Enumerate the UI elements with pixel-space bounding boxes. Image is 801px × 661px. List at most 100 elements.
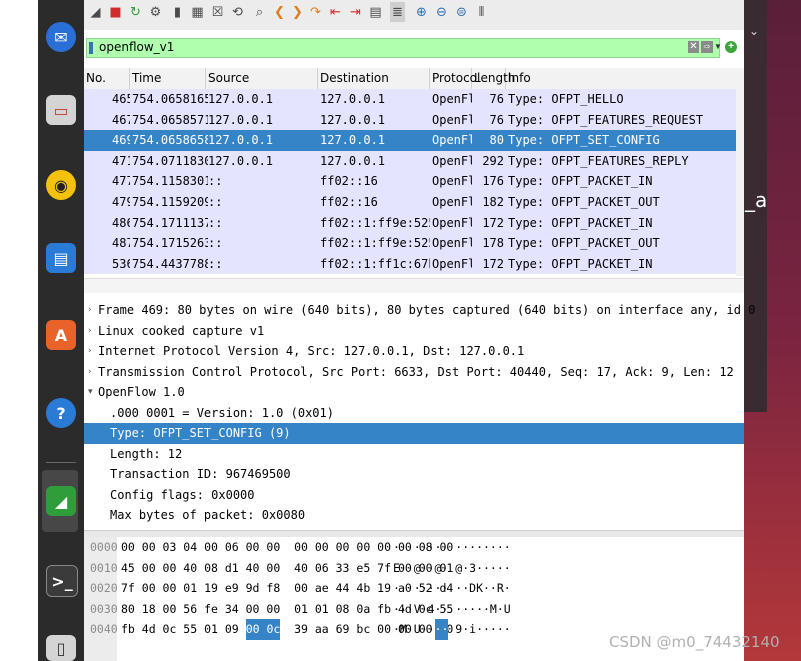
cell-time: 754.065857182 [132,112,208,127]
detail-row[interactable]: › Linux cooked capture v1 [84,321,744,342]
cell-info: Type: OFPT_PACKET_IN [508,215,653,230]
detail-row[interactable]: Config flags: 0x0000 [84,485,744,506]
packet-row[interactable]: 465754.065816530127.0.0.1127.0.0.1OpenFl… [84,89,736,110]
packet-row[interactable]: 479754.115920985::ff02::16 OpenFl… 182 Type… [84,192,736,213]
bytes-ascii[interactable]: E··@··@· @·3····· [393,558,511,579]
first-icon[interactable]: ⇤ [328,2,343,22]
colorize-icon[interactable]: ≣ [390,2,405,22]
find-icon[interactable]: ⌕ [252,2,267,22]
packet-row[interactable]: 469754.065865834127.0.0.1127.0.0.1OpenFl… [84,130,736,151]
last-icon[interactable]: ⇥ [348,2,363,22]
packet-list-vertical-scrollbar[interactable] [736,68,744,276]
libreoffice-writer-icon[interactable]: ▤ [46,243,76,273]
go-to-icon[interactable]: ↷ [308,2,323,22]
cell-length: 76 [489,112,504,127]
detail-row[interactable]: › Transmission Control Protocol, Src Port… [84,362,744,383]
recent-filter-icon[interactable]: ⇨ [701,41,713,53]
cell-destination: ff02::1:ff1c:67b0 [320,256,430,271]
back-icon[interactable]: ❮ [272,2,287,22]
chevron-down-icon[interactable]: ▾ [88,382,93,403]
column-header-no[interactable]: No. [84,68,130,89]
display-filter-input[interactable]: openflow_v1 [86,38,720,58]
cell-no: 536 [112,256,130,271]
cell-protocol: OpenFl… [432,92,472,106]
help-icon[interactable]: ? [46,398,76,428]
reload-icon[interactable]: ⟲ [230,2,245,22]
bytes-ascii[interactable]: ········ ··DK··R· [393,578,511,599]
column-header-destination[interactable]: Destination [318,68,430,89]
cell-time: 754.071183071 [132,153,208,168]
detail-row[interactable]: › Internet Protocol Version 4, Src: 127.0… [84,341,744,362]
column-header-length[interactable]: Length [472,68,515,89]
column-header-source[interactable]: Source [206,68,318,89]
x-icon[interactable]: ✕ [688,41,699,53]
trash-icon[interactable]: ▯ [46,635,76,661]
packet-row[interactable]: 487754.171526376::ff02::1:ff9e:525dOpenF… [84,233,736,254]
open-file-icon[interactable]: ▮ [170,2,185,22]
stop-icon[interactable]: ■ [108,2,123,22]
autoscroll-icon[interactable]: ▤ [368,2,383,22]
bytes-ascii[interactable]: ·M·U···· 9·i····· [393,619,511,640]
shark-fin-icon[interactable]: ◢ [88,2,103,22]
bytes-ascii[interactable]: ········ ········ [393,537,511,558]
detail-row[interactable]: .000 0001 = Version: 1.0 (0x01) [84,403,744,424]
packet-list-horizontal-scrollbar[interactable] [84,278,744,293]
detail-row[interactable]: Length: 12 [84,444,744,465]
watermark: CSDN @m0_74432140 [609,633,780,651]
detail-row[interactable]: Type: OFPT_SET_CONFIG (9) [84,423,744,444]
options-icon[interactable]: ⚙ [148,2,163,22]
packet-row[interactable]: 486754.171113765::ff02::1:ff9e:525dOpenF… [84,212,736,234]
close-file-icon[interactable]: ☒ [210,2,225,22]
column-header-info[interactable]: Info [506,68,736,89]
cell-protocol: OpenFl… [432,256,472,271]
app-center-icon[interactable]: A [46,320,76,350]
rhythmbox-icon[interactable]: ◉ [46,170,76,200]
detail-text: Type: OFPT_SET_CONFIG (9) [110,426,291,440]
cell-source: 127.0.0.1 [208,112,274,127]
zoom-reset-icon[interactable]: ⊜ [454,2,469,22]
display-filter-bar: openflow_v1 ✕ ⇨ ▼ + [84,38,744,60]
chevron-right-icon[interactable]: › [88,362,92,383]
bookmark-icon[interactable] [89,42,93,54]
cell-destination: 127.0.0.1 [320,153,386,168]
cell-destination: 127.0.0.1 [320,92,386,106]
chevron-right-icon[interactable]: › [88,341,92,362]
detail-row[interactable]: Transaction ID: 967469500 [84,464,744,485]
packet-row[interactable]: 536754.443778854::ff02::1:ff1c:67b0OpenF… [84,253,736,275]
bytes-offset: 0040 [90,622,118,636]
files-icon[interactable]: ▭ [46,95,76,125]
cell-info: Type: OFPT_PACKET_IN [508,256,653,271]
detail-text: OpenFlow 1.0 [98,385,185,399]
detail-row[interactable]: ▾ OpenFlow 1.0 [84,382,744,403]
chevron-down-icon[interactable]: ▼ [714,42,722,51]
cell-source: :: [208,195,223,209]
resize-columns-icon[interactable]: ⦀ [474,2,489,22]
zoom-out-icon[interactable]: ⊖ [434,2,449,22]
chevron-down-icon[interactable]: ⌄ [749,24,759,38]
cell-source: 127.0.0.1 [208,92,274,106]
chevron-right-icon[interactable]: › [88,300,92,321]
forward-icon[interactable]: ❯ [290,2,305,22]
column-header-protocol[interactable]: Protocol [430,68,480,89]
restart-icon[interactable]: ↻ [128,2,143,22]
detail-row[interactable]: Max bytes of packet: 0x0080 [84,505,744,526]
cell-info: Type: OFPT_HELLO [508,92,624,106]
wireshark-dock-icon[interactable]: ◢ [46,486,76,516]
save-file-icon[interactable]: ▦ [190,2,205,22]
packet-row[interactable]: 467754.065857182127.0.0.1127.0.0.1OpenFl… [84,109,736,131]
cell-length: 172 [482,256,504,271]
thunderbird-icon[interactable]: ✉ [46,22,76,52]
terminal-icon[interactable]: >_ [46,565,78,597]
arrow-right-icon[interactable]: + [725,41,737,53]
bytes-ascii[interactable]: ···V·4·· ·····M·U [393,599,511,620]
zoom-in-icon[interactable]: ⊕ [414,2,429,22]
bytes-row: 0010 45 00 00 40 08 d1 40 00 40 06 33 e5 … [84,558,744,579]
packet-row[interactable]: 477754.115830171::ff02::16 OpenFl… 176 Type… [84,171,736,192]
pane-splitter[interactable] [84,530,744,537]
column-header-time[interactable]: Time [130,68,206,89]
cell-length: 182 [482,195,504,209]
chevron-right-icon[interactable]: › [88,321,92,342]
detail-row[interactable]: › Frame 469: 80 bytes on wire (640 bits),… [84,300,755,321]
packet-row[interactable]: 471754.071183071127.0.0.1127.0.0.1OpenFl… [84,150,736,172]
cell-info: Type: OFPT_PACKET_IN [508,174,653,189]
